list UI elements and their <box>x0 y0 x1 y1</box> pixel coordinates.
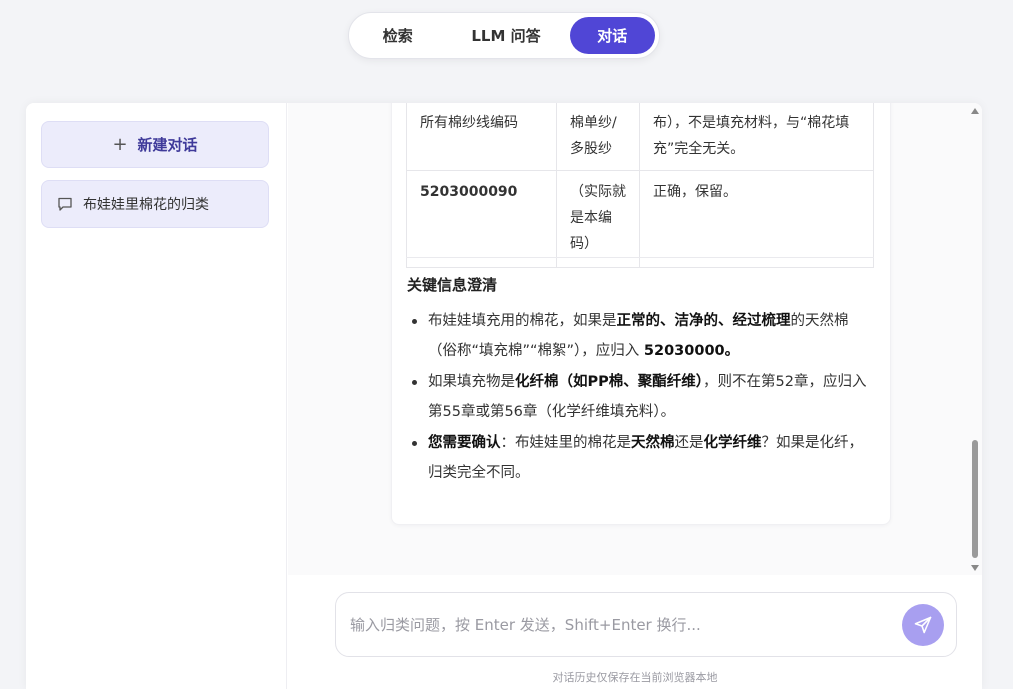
divider <box>406 257 874 258</box>
assistant-message: 所有棉纱线编码 棉单纱/多股纱 布），不是填充材料，与“棉花填充”完全无关。 5… <box>391 103 891 525</box>
table-cell-type: （实际就是本编码） <box>556 170 640 268</box>
table-cell-code: 5203000090 <box>406 170 557 268</box>
chat-bubble-icon <box>58 197 72 211</box>
list-item: 布娃娃填充用的棉花，如果是正常的、洁净的、经过梳理的天然棉（俗称“填充棉”“棉絮… <box>407 306 877 366</box>
list-item: 如果填充物是化纤棉（如PP棉、聚酯纤维），则不在第52章，应归入第55章或第56… <box>407 367 877 427</box>
table-row: 所有棉纱线编码 棉单纱/多股纱 布），不是填充材料，与“棉花填充”完全无关。 <box>406 103 874 171</box>
new-chat-button[interactable]: + 新建对话 <box>41 121 269 168</box>
table-cell-code: 所有棉纱线编码 <box>406 103 557 171</box>
conversation-title: 布娃娃里棉花的归类 <box>83 197 209 213</box>
plus-icon: + <box>112 134 128 155</box>
code-table: 所有棉纱线编码 棉单纱/多股纱 布），不是填充材料，与“棉花填充”完全无关。 5… <box>406 103 874 268</box>
footnote: 对话历史仅保存在当前浏览器本地 <box>552 671 718 684</box>
chat-area: 所有棉纱线编码 棉单纱/多股纱 布），不是填充材料，与“棉花填充”完全无关。 5… <box>288 103 982 575</box>
scroll-up-arrow-icon[interactable] <box>971 108 979 114</box>
table-cell-type: 棉单纱/多股纱 <box>556 103 640 171</box>
tab-search[interactable]: 检索 <box>353 17 442 54</box>
tab-llm-qa[interactable]: LLM 问答 <box>442 17 569 54</box>
table-cell-note: 布），不是填充材料，与“棉花填充”完全无关。 <box>639 103 874 171</box>
conversation-item[interactable]: 布娃娃里棉花的归类 <box>41 180 269 228</box>
scrollbar[interactable] <box>968 103 982 575</box>
main-panel: + 新建对话 布娃娃里棉花的归类 所有棉纱线编码 棉单纱/多股纱 布），不是填充… <box>26 103 982 689</box>
new-chat-label: 新建对话 <box>137 136 198 154</box>
send-button[interactable] <box>902 604 944 646</box>
question-input[interactable] <box>350 613 890 637</box>
clarification-list: 布娃娃填充用的棉花，如果是正常的、洁净的、经过梳理的天然棉（俗称“填充棉”“棉絮… <box>407 306 877 489</box>
send-icon <box>914 616 932 634</box>
table-row: 5203000090 （实际就是本编码） 正确，保留。 <box>406 170 874 268</box>
input-box <box>335 592 957 657</box>
section-title: 关键信息澄清 <box>407 276 498 294</box>
sidebar: + 新建对话 布娃娃里棉花的归类 <box>26 103 287 689</box>
scroll-down-arrow-icon[interactable] <box>971 565 979 571</box>
list-item: 您需要确认：布娃娃里的棉花是天然棉还是化学纤维？如果是化纤，归类完全不同。 <box>407 428 877 488</box>
input-zone: 对话历史仅保存在当前浏览器本地 <box>288 575 982 689</box>
mode-switch: 检索 LLM 问答 对话 <box>348 12 660 59</box>
table-cell-note: 正确，保留。 <box>639 170 874 268</box>
tab-chat[interactable]: 对话 <box>569 17 655 54</box>
scroll-thumb[interactable] <box>972 440 978 558</box>
